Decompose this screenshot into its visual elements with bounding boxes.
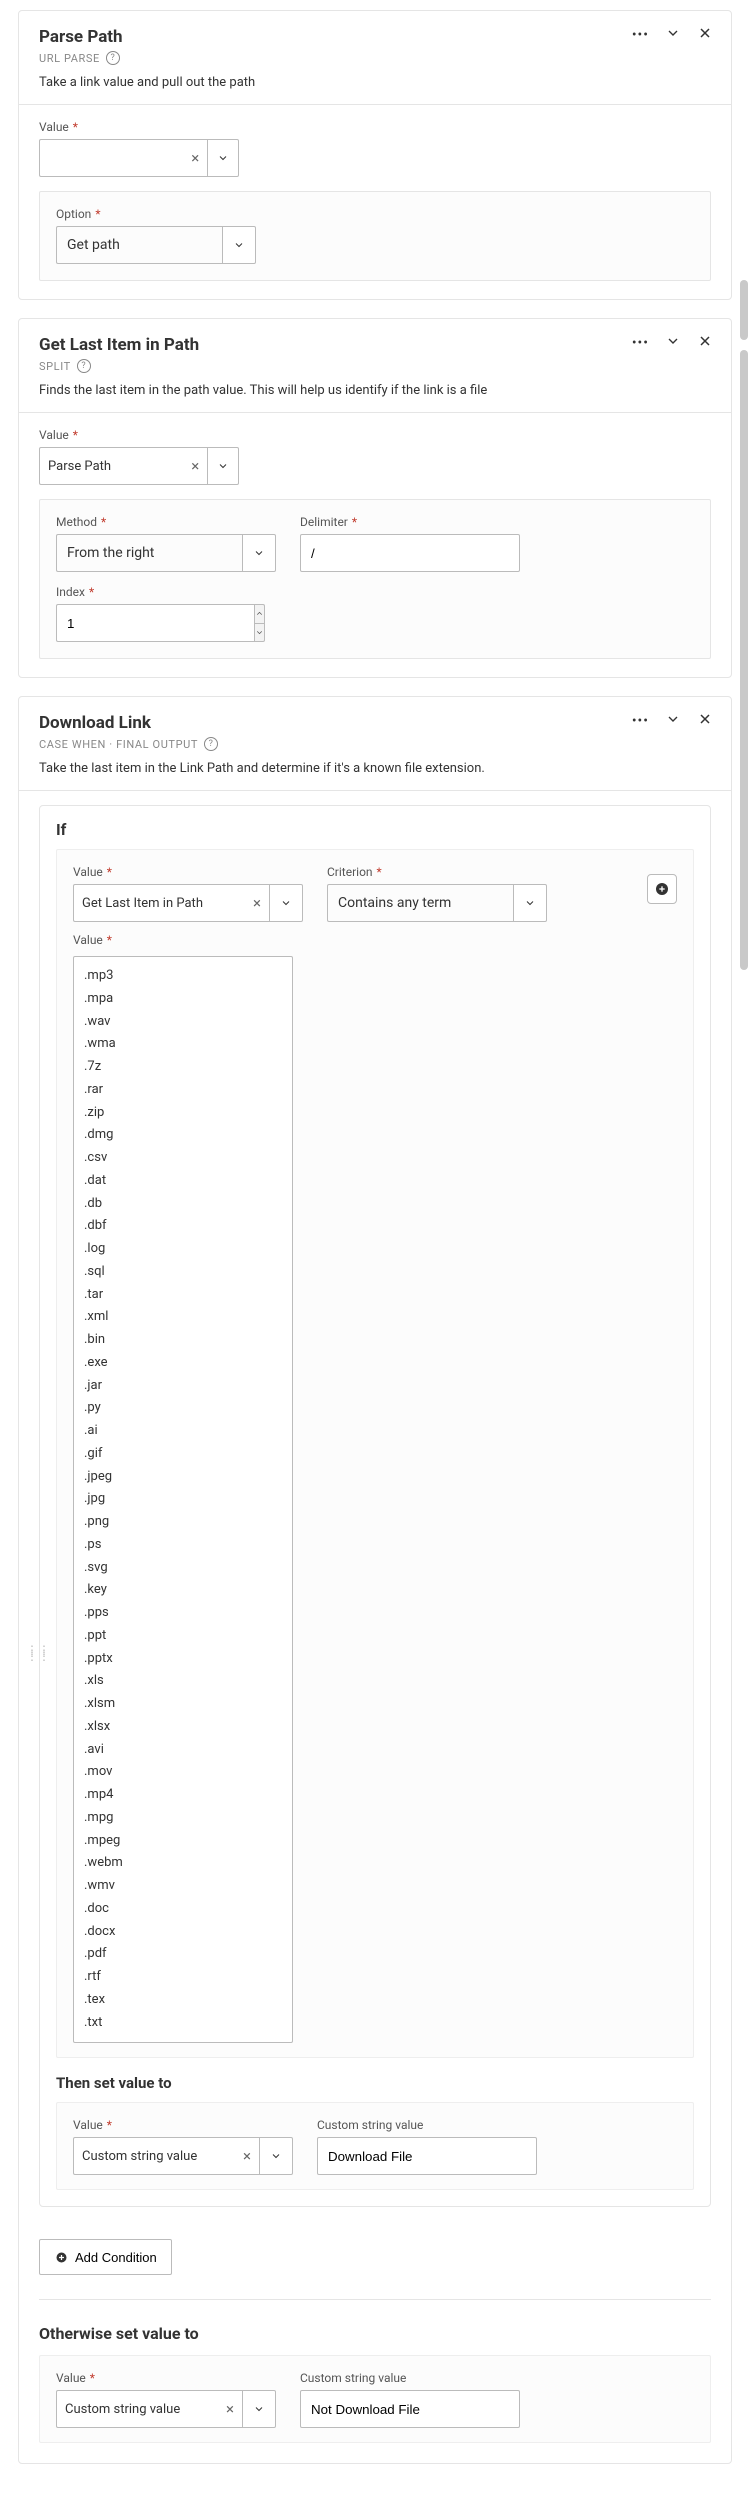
- chevron-down-icon[interactable]: [259, 2137, 293, 2175]
- chevron-down-icon[interactable]: [513, 884, 547, 922]
- help-icon[interactable]: ?: [77, 359, 91, 373]
- clear-icon[interactable]: ×: [253, 894, 261, 912]
- card-header: Parse Path URL PARSE ? Take a link value…: [19, 11, 731, 105]
- card-title: Get Last Item in Path: [39, 335, 711, 355]
- index-label: Index*: [56, 585, 94, 599]
- card-header: Get Last Item in Path SPLIT ? Finds the …: [19, 319, 731, 413]
- drag-handle-icon[interactable]: ⋮⋮⋮⋮: [26, 1647, 50, 1659]
- if-value-select[interactable]: Get Last Item in Path×: [73, 884, 303, 922]
- close-icon[interactable]: [697, 333, 713, 353]
- if-value-selected: Get Last Item in Path: [82, 896, 253, 911]
- otherwise-custom-label: Custom string value: [300, 2371, 406, 2385]
- help-icon[interactable]: ?: [204, 737, 218, 751]
- then-value-select[interactable]: Custom string value×: [73, 2137, 293, 2175]
- card-description: Finds the last item in the path value. T…: [39, 383, 711, 398]
- then-title: Then set value to: [56, 2074, 694, 2092]
- separator: [39, 2299, 711, 2300]
- scrollbar-thumb[interactable]: [740, 350, 748, 970]
- value-select[interactable]: Parse Path×: [39, 447, 239, 485]
- method-value: From the right: [56, 534, 242, 572]
- criterion-select[interactable]: Contains any term: [327, 884, 547, 922]
- chevron-down-icon[interactable]: [207, 139, 239, 177]
- add-criterion-button[interactable]: [647, 874, 677, 904]
- card-subtype-text: CASE WHEN · FINAL OUTPUT: [39, 738, 198, 751]
- otherwise-value-selected: Custom string value: [65, 2402, 226, 2417]
- card-subtype: SPLIT ?: [39, 359, 711, 373]
- clear-icon[interactable]: ×: [191, 149, 199, 167]
- if-value-label: Value*: [73, 865, 112, 879]
- otherwise-title: Otherwise set value to: [39, 2324, 711, 2343]
- split-options: Method* From the right Delimiter* Index*: [39, 499, 711, 659]
- card-title: Parse Path: [39, 27, 711, 47]
- option-value: Get path: [56, 226, 222, 264]
- criterion-label: Criterion*: [327, 865, 382, 879]
- otherwise-value-select[interactable]: Custom string value×: [56, 2390, 276, 2428]
- card-subtype: CASE WHEN · FINAL OUTPUT ?: [39, 737, 711, 751]
- if-body: Value* Get Last Item in Path× Criterion*…: [56, 849, 694, 2058]
- then-value-selected: Custom string value: [82, 2149, 243, 2164]
- more-icon[interactable]: [632, 335, 649, 351]
- option-label: Option*: [56, 207, 100, 221]
- clear-icon[interactable]: ×: [226, 2400, 234, 2418]
- index-input[interactable]: [56, 604, 254, 642]
- then-box: Value* Custom string value× Custom strin…: [56, 2102, 694, 2190]
- scrollbar-thumb[interactable]: [740, 280, 748, 340]
- chevron-down-icon[interactable]: [242, 2390, 276, 2428]
- then-value-label: Value*: [73, 2118, 112, 2132]
- value-selected: Parse Path: [48, 459, 191, 474]
- more-icon[interactable]: [632, 27, 649, 43]
- if-condition-block: If Value* Get Last Item in Path× Criteri…: [39, 805, 711, 2207]
- delimiter-label: Delimiter*: [300, 515, 357, 529]
- index-spinner[interactable]: [56, 604, 256, 642]
- chevron-down-icon[interactable]: [242, 534, 276, 572]
- chevron-down-icon[interactable]: [207, 447, 239, 485]
- method-select[interactable]: From the right: [56, 534, 276, 572]
- value-label: Value*: [39, 120, 78, 134]
- option-select[interactable]: Get path: [56, 226, 256, 264]
- clear-icon[interactable]: ×: [191, 457, 199, 475]
- card-title: Download Link: [39, 713, 711, 733]
- otherwise-value-label: Value*: [56, 2371, 95, 2385]
- close-icon[interactable]: [697, 25, 713, 45]
- clear-icon[interactable]: ×: [243, 2147, 251, 2165]
- option-box: Option* Get path: [39, 191, 711, 281]
- chevron-down-icon[interactable]: [269, 884, 303, 922]
- then-custom-label: Custom string value: [317, 2118, 423, 2132]
- help-icon[interactable]: ?: [106, 51, 120, 65]
- collapse-icon[interactable]: [665, 25, 681, 45]
- more-icon[interactable]: [632, 713, 649, 729]
- otherwise-custom-input[interactable]: [300, 2390, 520, 2428]
- card-subtype-text: SPLIT: [39, 360, 71, 373]
- criterion-value: Contains any term: [327, 884, 513, 922]
- collapse-icon[interactable]: [665, 333, 681, 353]
- otherwise-box: Value* Custom string value× Custom strin…: [39, 2355, 711, 2443]
- collapse-icon[interactable]: [665, 711, 681, 731]
- card-get-last-item: Get Last Item in Path SPLIT ? Finds the …: [18, 318, 732, 678]
- value-label: Value*: [39, 428, 78, 442]
- card-description: Take the last item in the Link Path and …: [39, 761, 711, 776]
- value-select[interactable]: ×: [39, 139, 239, 177]
- card-header: Download Link CASE WHEN · FINAL OUTPUT ?…: [19, 697, 731, 791]
- delimiter-input[interactable]: [300, 534, 520, 572]
- method-label: Method*: [56, 515, 106, 529]
- close-icon[interactable]: [697, 711, 713, 731]
- stepper-up[interactable]: [254, 604, 265, 623]
- add-condition-button[interactable]: Add Condition: [39, 2239, 172, 2275]
- ext-list-textarea[interactable]: .mp3 .mpa .wav .wma .7z .rar .zip .dmg .…: [73, 956, 293, 2043]
- ext-list-label: Value*: [73, 933, 112, 947]
- card-download-link: Download Link CASE WHEN · FINAL OUTPUT ?…: [18, 696, 732, 2464]
- add-condition-label: Add Condition: [75, 2250, 157, 2265]
- card-subtype-text: URL PARSE: [39, 52, 100, 65]
- then-custom-input[interactable]: [317, 2137, 537, 2175]
- stepper-down[interactable]: [254, 623, 265, 643]
- if-title: If: [40, 806, 710, 849]
- card-parse-path: Parse Path URL PARSE ? Take a link value…: [18, 10, 732, 300]
- card-description: Take a link value and pull out the path: [39, 75, 711, 90]
- card-subtype: URL PARSE ?: [39, 51, 711, 65]
- chevron-down-icon[interactable]: [222, 226, 256, 264]
